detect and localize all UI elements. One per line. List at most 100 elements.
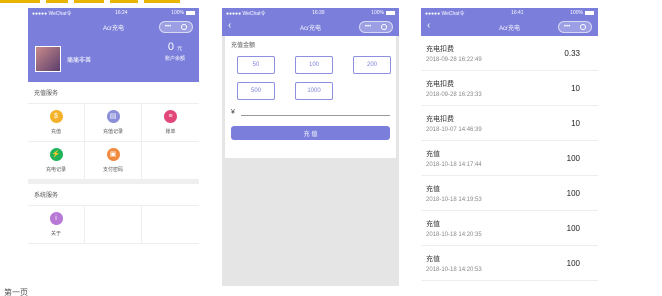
record-amount: 100 <box>566 223 580 233</box>
list-item[interactable]: 充电扣费 2018-09-28 16:22:49 0.33 <box>421 36 598 71</box>
amount-option-1000[interactable]: 1000 <box>295 82 333 100</box>
record-amount: 10 <box>571 83 580 93</box>
grid-item-charging-records[interactable]: ⚡ 充电记录 <box>28 142 85 180</box>
status-battery-group: 100% <box>171 10 195 16</box>
grid-item-empty <box>142 142 199 180</box>
user-name: 痛痛非酋 <box>67 57 92 64</box>
grid-item-bill[interactable]: ≡ 账单 <box>142 104 199 142</box>
record-amount: 0.33 <box>564 48 580 58</box>
amount-option-500[interactable]: 500 <box>237 82 275 100</box>
record-date: 2018-10-18 14:19:53 <box>426 196 482 203</box>
grid-item-label: 充值 <box>50 129 61 135</box>
nav-bar: Acr充电 ••• <box>28 18 199 36</box>
record-type: 充电扣费 <box>426 80 454 88</box>
record-type: 充电扣费 <box>426 45 454 53</box>
nav-bar: ‹ Acr充电 ••• <box>222 18 399 36</box>
balance-unit: 元 <box>177 46 183 52</box>
balance-value: 0 <box>167 41 175 53</box>
avatar[interactable] <box>35 46 61 72</box>
grid-item-label: 充电记录 <box>45 167 66 173</box>
status-carrier: ●●●●● WeChat令 <box>425 10 465 17</box>
grid-item-label: 关于 <box>50 231 61 237</box>
battery-icon <box>186 10 195 15</box>
grid-item-empty <box>142 206 199 244</box>
battery-icon <box>585 10 594 15</box>
grid-item-about[interactable]: i 关于 <box>28 206 85 244</box>
mini-program-capsule[interactable]: ••• <box>359 21 393 33</box>
battery-icon <box>386 10 395 15</box>
back-arrow-icon[interactable]: ‹ <box>228 20 231 31</box>
record-amount: 100 <box>566 153 580 163</box>
back-arrow-icon[interactable]: ‹ <box>427 20 430 31</box>
grid-item-payment-password[interactable]: ▣ 支付密码 <box>85 142 142 180</box>
bottom-caption: 第一页 <box>4 288 28 296</box>
list-item[interactable]: 充值 2018-10-18 14:17:44 100 <box>421 141 598 176</box>
status-battery-group: 100% <box>570 10 594 16</box>
records-list: 充电扣费 2018-09-28 16:22:49 0.33 充电扣费 2018-09… <box>421 36 598 281</box>
nav-title: Acr充电 <box>299 25 321 32</box>
recharge-button[interactable]: 充 值 <box>231 126 390 140</box>
record-type: 充值 <box>426 185 440 193</box>
list-item[interactable]: 充值 2018-10-18 14:19:53 100 <box>421 176 598 211</box>
more-icon[interactable]: ••• <box>564 24 570 30</box>
record-amount: 10 <box>571 118 580 128</box>
money-bag-icon: $ <box>49 110 63 123</box>
record-amount: 100 <box>566 188 580 198</box>
nav-title: Acr充电 <box>102 25 124 32</box>
target-icon[interactable] <box>381 24 388 30</box>
custom-amount-input[interactable] <box>240 108 390 116</box>
more-icon[interactable]: ••• <box>165 24 171 30</box>
amount-option-100[interactable]: 100 <box>295 56 333 74</box>
record-type: 充电扣费 <box>426 115 454 123</box>
record-type: 充值 <box>426 150 440 158</box>
status-time: 16:41 <box>511 10 524 16</box>
grid-item-label: 充值记录 <box>102 129 123 135</box>
status-time: 16:39 <box>312 10 325 16</box>
amount-option-50[interactable]: 50 <box>237 56 275 74</box>
grid-item-label: 账单 <box>165 129 176 135</box>
status-time: 16:24 <box>115 10 128 16</box>
more-icon[interactable]: ••• <box>365 24 371 30</box>
target-icon[interactable] <box>580 24 587 30</box>
nav-title: Acr充电 <box>498 25 520 32</box>
record-date: 2018-10-07 14:46:39 <box>426 126 482 133</box>
lightning-icon: ⚡ <box>49 148 63 161</box>
phone-home-screen: ●●●●● WeChat令 16:24 100% Acr充电 ••• 痛痛非酋 … <box>28 8 199 273</box>
record-type: 充值 <box>426 220 440 228</box>
record-type: 充值 <box>426 255 440 263</box>
status-battery-group: 100% <box>371 10 395 16</box>
section-title-system: 系统服务 <box>28 184 199 206</box>
amount-option-200[interactable]: 200 <box>353 56 391 74</box>
amount-options: 50 100 200 500 1000 <box>231 56 391 100</box>
status-carrier: ●●●●● WeChat令 <box>32 10 72 17</box>
status-battery: 100% <box>371 10 384 16</box>
info-icon: i <box>49 212 63 225</box>
list-item[interactable]: 充值 2018-10-18 14:20:53 100 <box>421 246 598 281</box>
currency-symbol: ¥ <box>231 109 235 116</box>
grid-item-label: 支付密码 <box>102 167 123 173</box>
target-icon[interactable] <box>181 24 188 30</box>
document-icon: ▤ <box>106 110 120 123</box>
custom-amount-row: ¥ <box>231 108 390 116</box>
phone-recharge-screen: ●●●●● WeChat令 16:39 100% ‹ Acr充电 ••• 充值金… <box>222 8 399 286</box>
mini-program-capsule[interactable]: ••• <box>159 21 193 33</box>
record-date: 2018-09-28 16:22:49 <box>426 56 482 63</box>
system-service-grid: i 关于 <box>28 206 199 244</box>
bill-icon: ≡ <box>164 110 177 123</box>
nav-bar: ‹ Acr充电 ••• <box>421 18 598 36</box>
header-area: ●●●●● WeChat令 16:24 100% Acr充电 ••• 痛痛非酋 … <box>28 8 199 82</box>
status-bar: ●●●●● WeChat令 16:41 100% <box>421 8 598 18</box>
balance-label: 账户余额 <box>164 56 185 62</box>
list-item[interactable]: 充电扣费 2018-10-07 14:46:39 10 <box>421 106 598 141</box>
grid-item-recharge-records[interactable]: ▤ 充值记录 <box>85 104 142 142</box>
grid-item-recharge[interactable]: $ 充值 <box>28 104 85 142</box>
header-area: ●●●●● WeChat令 16:39 100% ‹ Acr充电 ••• <box>222 8 399 36</box>
status-bar: ●●●●● WeChat令 16:24 100% <box>28 8 199 18</box>
mini-program-capsule[interactable]: ••• <box>558 21 592 33</box>
list-item[interactable]: 充电扣费 2018-09-28 16:23:33 10 <box>421 71 598 106</box>
record-date: 2018-10-18 14:20:35 <box>426 231 482 238</box>
record-date: 2018-10-18 14:17:44 <box>426 161 482 168</box>
list-item[interactable]: 充值 2018-10-18 14:20:35 100 <box>421 211 598 246</box>
record-date: 2018-10-18 14:20:53 <box>426 266 482 273</box>
recharge-form: 充值金额 50 100 200 500 1000 ¥ 充 值 <box>225 36 396 158</box>
